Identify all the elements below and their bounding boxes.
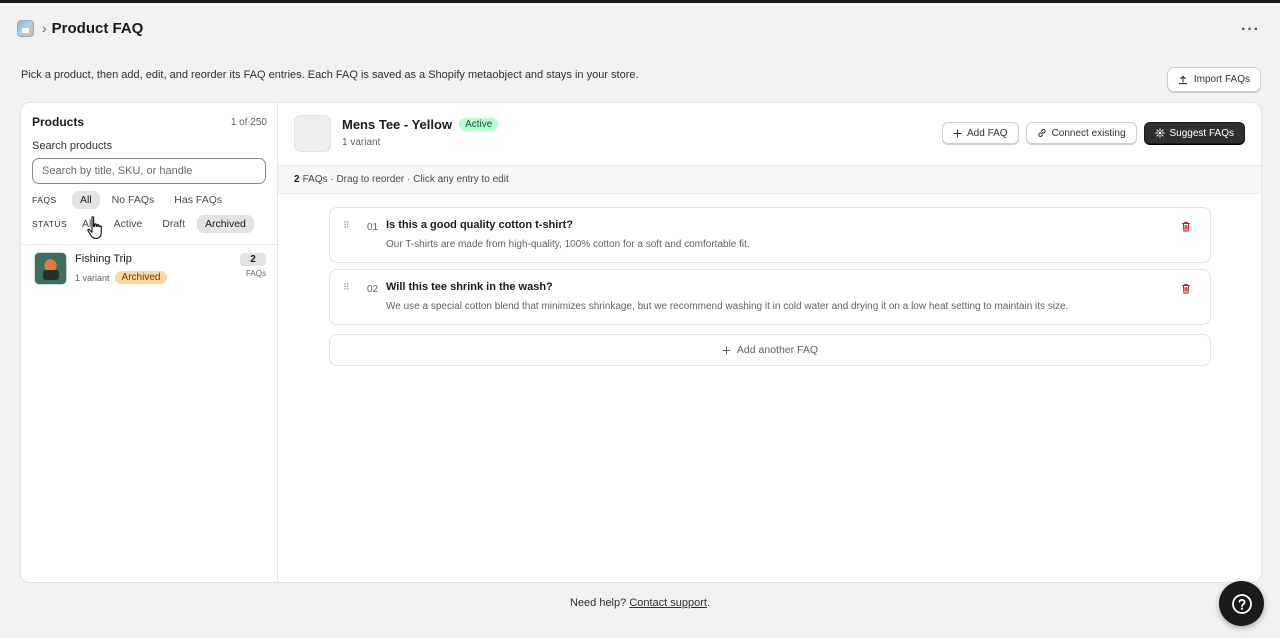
connect-existing-button[interactable]: Connect existing (1025, 122, 1137, 144)
product-thumbnail (34, 252, 67, 285)
footer-suffix: . (706, 597, 711, 609)
product-meta: 1 variant Archived (75, 271, 168, 284)
faq-answer: Our T-shirts are made from high-quality,… (386, 239, 750, 250)
faq-number: 02 (367, 284, 379, 295)
status-badge: Archived (114, 271, 168, 284)
sparkle-icon (1154, 128, 1165, 138)
sidebar-title: Products (32, 115, 85, 129)
search-label: Search products (32, 140, 113, 152)
page-title: Product FAQ (51, 19, 144, 37)
app-logo-icon[interactable] (17, 19, 34, 37)
product-variants: 1 variant (342, 137, 381, 148)
footer: Need help? Contact support. (0, 597, 1280, 609)
faq-meta-text: FAQs · Drag to reorder · Click any entry… (302, 174, 509, 185)
faq-filter-label: FAQS (32, 195, 57, 205)
more-actions-icon[interactable]: ··· (1241, 21, 1260, 39)
action-buttons: Add FAQ Connect existing Suggest FAQs (942, 122, 1245, 144)
faq-filter: FAQS All No FAQs Has FAQs (32, 191, 234, 209)
faq-answer: We use a special cotton blend that minim… (386, 301, 1069, 312)
status-filter-label: STATUS (32, 219, 68, 229)
connect-existing-label: Connect existing (1051, 127, 1126, 139)
main-card: Products 1 of 250 Search products FAQS A… (20, 102, 1262, 583)
suggest-faqs-label: Suggest FAQs (1169, 127, 1234, 139)
drag-handle-icon[interactable]: ⠿ (343, 220, 350, 231)
link-icon (1037, 129, 1046, 137)
faq-entry[interactable]: ⠿ 02 Will this tee shrink in the wash? W… (329, 269, 1211, 325)
faq-count: 2 (294, 174, 300, 185)
faq-count-badge: 2 (240, 253, 266, 266)
product-list-item[interactable]: Fishing Trip 1 variant Archived 2 FAQs (21, 244, 277, 292)
product-title: Mens Tee - Yellow (342, 117, 453, 132)
contact-support-link[interactable]: Contact support (629, 597, 707, 609)
product-variants: 1 variant (75, 272, 110, 283)
product-title-row: Mens Tee - Yellow Active (342, 117, 499, 132)
faq-filter-no-faqs[interactable]: No FAQs (104, 191, 163, 209)
faq-count-label: FAQs (245, 269, 266, 278)
faq-number: 01 (367, 222, 379, 233)
add-faq-label: Add FAQ (967, 127, 1008, 139)
top-bar: › Product FAQ ··· (0, 3, 1280, 53)
add-another-faq-button[interactable]: Add another FAQ (329, 334, 1211, 366)
suggest-faqs-button[interactable]: Suggest FAQs (1143, 122, 1245, 144)
plus-icon (953, 128, 962, 138)
add-another-faq-label: Add another FAQ (736, 344, 819, 356)
status-filter-all[interactable]: All (72, 215, 102, 233)
import-faqs-label: Import FAQs (1193, 74, 1250, 85)
faq-editor-panel: Mens Tee - Yellow Active 1 variant Add F… (278, 103, 1261, 582)
question-circle-icon (1231, 593, 1252, 614)
product-count: 1 of 250 (230, 117, 267, 128)
trash-icon[interactable] (1181, 283, 1191, 294)
products-sidebar: Products 1 of 250 Search products FAQS A… (21, 103, 278, 582)
search-input[interactable] (32, 158, 266, 184)
product-image-placeholder (294, 115, 331, 152)
status-filter-active[interactable]: Active (106, 215, 151, 233)
add-faq-button[interactable]: Add FAQ (942, 122, 1019, 144)
trash-icon[interactable] (1181, 221, 1191, 232)
help-button[interactable] (1219, 581, 1264, 626)
import-faqs-button[interactable]: Import FAQs (1166, 67, 1261, 92)
plus-icon (722, 346, 731, 354)
faq-entry[interactable]: ⠿ 01 Is this a good quality cotton t-shi… (329, 207, 1211, 263)
product-name: Fishing Trip (75, 253, 132, 265)
status-filter-draft[interactable]: Draft (154, 215, 193, 233)
faq-filter-has-faqs[interactable]: Has FAQs (166, 191, 230, 209)
drag-handle-icon[interactable]: ⠿ (343, 282, 350, 293)
intro-text: Pick a product, then add, edit, and reor… (21, 69, 639, 81)
status-badge: Active (459, 118, 499, 131)
status-filter: STATUS All Active Draft Archived (32, 215, 258, 233)
faq-question: Is this a good quality cotton t-shirt? (386, 219, 573, 231)
faq-meta-bar: 2 FAQs · Drag to reorder · Click any ent… (278, 165, 1261, 194)
breadcrumb-separator: › (42, 20, 47, 36)
upload-icon (1178, 75, 1187, 84)
faq-question: Will this tee shrink in the wash? (386, 281, 553, 293)
status-filter-archived[interactable]: Archived (197, 215, 254, 233)
faq-filter-all[interactable]: All (72, 191, 100, 209)
footer-text: Need help? (569, 597, 627, 609)
